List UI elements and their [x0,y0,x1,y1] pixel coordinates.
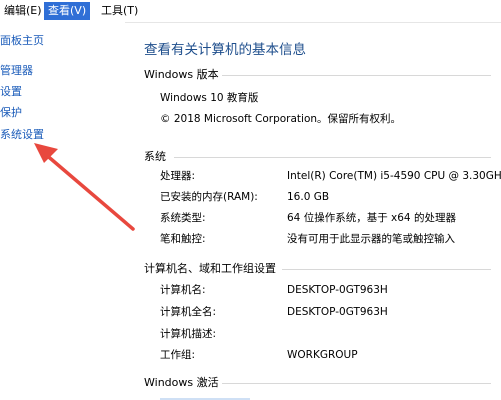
system-window: 编辑(E) 查看(V) 工具(T) 面板主页 管理器 设置 保护 系统设置 查看… [0,0,501,400]
computer-name-label: 计算机名: [160,284,206,296]
workgroup-label: 工作组: [160,349,196,361]
workgroup-value: WORKGROUP [287,349,358,361]
ram-value: 16.0 GB [287,191,330,203]
nav-remote-settings[interactable]: 设置 [0,85,22,99]
nav-control-panel-home[interactable]: 面板主页 [0,34,44,48]
section-header-computer-name: 计算机名、域和工作组设置 [144,262,276,275]
section-divider [222,383,491,384]
ram-label: 已安装的内存(RAM): [160,191,258,203]
menu-tools[interactable]: 工具(T) [97,2,142,20]
computer-name-value: DESKTOP-0GT963H [287,284,388,296]
windows-edition-text: Windows 10 教育版 [160,92,259,104]
pen-touch-value: 没有可用于此显示器的笔或触控输入 [287,233,455,245]
section-divider [222,75,491,76]
system-type-label: 系统类型: [160,212,206,224]
nav-system-protection[interactable]: 保护 [0,106,22,120]
system-type-value: 64 位操作系统，基于 x64 的处理器 [287,212,456,224]
section-header-windows-activation: Windows 激活 [144,376,219,389]
pen-touch-label: 笔和触控: [160,233,206,245]
left-nav: 面板主页 管理器 设置 保护 系统设置 [0,22,125,400]
section-header-system: 系统 [144,150,166,163]
full-computer-name-label: 计算机全名: [160,306,217,318]
nav-advanced-system-settings[interactable]: 系统设置 [0,128,44,142]
page-title: 查看有关计算机的基本信息 [144,42,306,58]
section-divider [282,269,491,270]
main-content: 查看有关计算机的基本信息 Windows 版本 Windows 10 教育版 ©… [132,22,501,400]
menu-view[interactable]: 查看(V) [44,2,91,20]
menu-bar: 编辑(E) 查看(V) 工具(T) [0,0,501,23]
section-divider [174,157,491,158]
section-header-windows-edition: Windows 版本 [144,68,219,81]
nav-device-manager[interactable]: 管理器 [0,64,33,78]
full-computer-name-value: DESKTOP-0GT963H [287,306,388,318]
processor-value: Intel(R) Core(TM) i5-4590 CPU @ 3.30GHz [287,170,501,182]
processor-label: 处理器: [160,170,196,182]
computer-description-label: 计算机描述: [160,328,217,340]
copyright-text: © 2018 Microsoft Corporation。保留所有权利。 [160,113,402,125]
menu-edit[interactable]: 编辑(E) [0,2,46,20]
